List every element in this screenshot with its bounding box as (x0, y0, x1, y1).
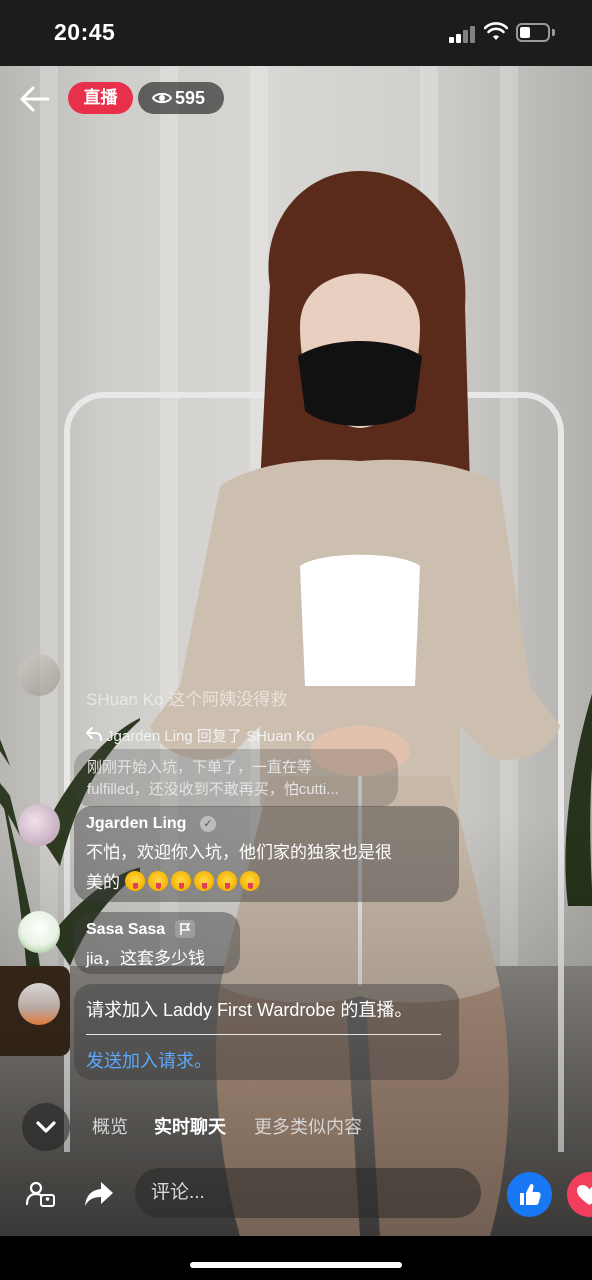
comment-text: jia，这套多少钱 (86, 949, 206, 968)
avatar[interactable] (18, 911, 60, 953)
comment-text: SHuan Ko 这个阿姨没得救 (86, 690, 288, 709)
join-request-text: 请求加入 Laddy First Wardrobe 的直播。 (86, 1000, 413, 1020)
battery-cap (552, 29, 555, 36)
reply-header: Jgarden Ling 回复了 SHuan Ko (106, 728, 315, 745)
bottom-safe-area (0, 1236, 592, 1280)
heart-icon (577, 1185, 592, 1205)
quoted-comment-line: 刚刚开始入坑，下单了，一直在等 (87, 759, 313, 776)
wifi-icon (484, 22, 508, 40)
like-reaction-button[interactable] (507, 1172, 552, 1217)
comment-text-line2: 美的 (86, 868, 263, 893)
tab-more-similar[interactable]: 更多类似内容 (254, 1113, 362, 1139)
comment-author[interactable]: Sasa Sasa (86, 921, 165, 939)
avatar[interactable] (18, 804, 60, 846)
status-time: 20:45 (54, 19, 116, 45)
eye-icon (152, 92, 172, 104)
verified-badge-icon: ✓ (200, 816, 216, 832)
tab-live-chat[interactable]: 实时聊天 (154, 1113, 226, 1139)
comment-text: 美的 (86, 873, 120, 892)
live-badge: 直播 (68, 82, 133, 114)
viewer-count-pill[interactable]: 595 (138, 82, 224, 114)
status-bar: 20:45 (0, 0, 592, 66)
flag-badge-icon (175, 920, 195, 938)
divider (86, 1034, 441, 1035)
avatar[interactable] (18, 654, 60, 696)
invite-user-icon[interactable] (26, 1180, 56, 1208)
tongue-emoji-icon (170, 871, 191, 891)
tongue-emoji-icon (124, 871, 145, 891)
comment-author[interactable]: 朴燦烈 (86, 661, 134, 685)
back-arrow-icon[interactable] (20, 85, 50, 113)
home-indicator[interactable] (190, 1262, 402, 1268)
tongue-emoji-icon (216, 871, 237, 891)
comment-input[interactable] (135, 1168, 481, 1218)
comment-author[interactable]: Jgarden Ling (86, 815, 186, 833)
share-icon[interactable] (84, 1180, 114, 1208)
tongue-emoji-icon (239, 871, 260, 891)
chevron-down-icon (36, 1121, 56, 1133)
love-reaction-button[interactable] (567, 1172, 592, 1217)
cellular-signal-icon (449, 25, 477, 43)
tongue-emoji-icon (147, 871, 168, 891)
send-join-request-link[interactable]: 发送加入请求。 (86, 1047, 212, 1073)
battery-icon (516, 23, 550, 42)
quoted-comment-line: fulfilled，还没收到不敢再买，怕cutti... (87, 781, 339, 798)
reply-arrow-icon (86, 727, 102, 741)
host-avatar[interactable] (18, 983, 60, 1025)
viewer-count: 595 (175, 88, 206, 108)
tab-overview[interactable]: 概览 (92, 1113, 128, 1139)
thumbs-up-icon (520, 1183, 541, 1205)
collapse-chat-button[interactable] (22, 1103, 70, 1151)
comment-text: 不怕，欢迎你入坑，他们家的独家也是很 (86, 843, 392, 862)
tongue-emoji-icon (193, 871, 214, 891)
